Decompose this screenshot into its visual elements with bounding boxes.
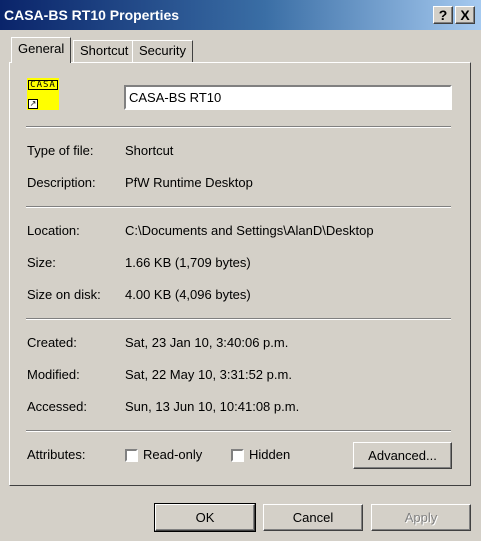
- size-on-disk-label: Size on disk:: [27, 287, 101, 302]
- modified-label: Modified:: [27, 367, 80, 382]
- close-button[interactable]: X: [455, 6, 475, 24]
- type-value: Shortcut: [125, 143, 174, 158]
- file-name-input[interactable]: CASA-BS RT10: [124, 85, 452, 110]
- type-label: Type of file:: [27, 143, 94, 158]
- read-only-label[interactable]: Read-only: [143, 447, 202, 462]
- separator: [26, 430, 451, 432]
- title-bar[interactable]: CASA-BS RT10 Properties ? X: [0, 0, 481, 30]
- location-label: Location:: [27, 223, 80, 238]
- cancel-button[interactable]: Cancel: [263, 504, 363, 531]
- description-value: PfW Runtime Desktop: [125, 175, 253, 190]
- modified-value: Sat, 22 May 10, 3:31:52 p.m.: [125, 367, 292, 382]
- separator: [26, 206, 451, 208]
- size-label: Size:: [27, 255, 56, 270]
- accessed-label: Accessed:: [27, 399, 87, 414]
- tab-security[interactable]: Security: [132, 40, 193, 62]
- attributes-label: Attributes:: [27, 447, 86, 462]
- created-value: Sat, 23 Jan 10, 3:40:06 p.m.: [125, 335, 289, 350]
- size-on-disk-value: 4.00 KB (4,096 bytes): [125, 287, 251, 302]
- tab-shortcut[interactable]: Shortcut: [73, 40, 136, 62]
- separator: [26, 318, 451, 320]
- tab-general[interactable]: General: [11, 37, 72, 63]
- icon-text: CASA: [28, 80, 58, 90]
- ok-button[interactable]: OK: [154, 503, 256, 532]
- apply-button[interactable]: Apply: [371, 504, 471, 531]
- help-button[interactable]: ?: [433, 6, 453, 24]
- location-value: C:\Documents and Settings\AlanD\Desktop: [125, 223, 374, 238]
- read-only-checkbox[interactable]: [125, 449, 138, 462]
- created-label: Created:: [27, 335, 77, 350]
- accessed-value: Sun, 13 Jun 10, 10:41:08 p.m.: [125, 399, 300, 414]
- separator: [26, 126, 451, 128]
- size-value: 1.66 KB (1,709 bytes): [125, 255, 251, 270]
- advanced-button[interactable]: Advanced...: [353, 442, 452, 469]
- shortcut-arrow-icon: ↗: [28, 99, 38, 109]
- hidden-checkbox[interactable]: [231, 449, 244, 462]
- window-title: CASA-BS RT10 Properties: [4, 7, 180, 23]
- description-label: Description:: [27, 175, 96, 190]
- hidden-label[interactable]: Hidden: [249, 447, 290, 462]
- casa-shortcut-icon: CASA ↗: [27, 78, 59, 110]
